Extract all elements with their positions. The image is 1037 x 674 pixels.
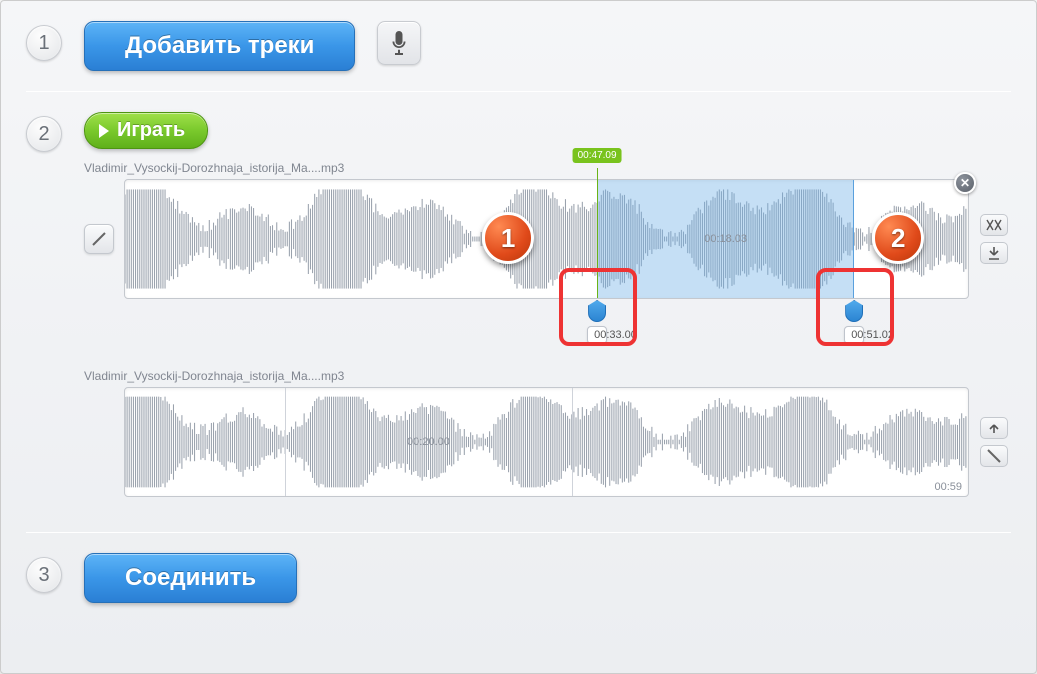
play-icon [99, 124, 109, 138]
track-1: Vladimir_Vysockij-Dorozhnaja_istorija_Ma… [84, 161, 1011, 299]
playhead[interactable]: 00:47.09 [597, 168, 598, 298]
step-badge-1: 1 [26, 25, 62, 61]
waveform-2[interactable]: 00:20.00 00:59 [124, 387, 969, 497]
track-2-filename: Vladimir_Vysockij-Dorozhnaja_istorija_Ma… [84, 369, 1011, 383]
move-down-button[interactable] [980, 242, 1008, 264]
playhead-time-label: 00:47.09 [573, 148, 622, 163]
step-badge-2: 2 [26, 116, 62, 152]
segment-divider [572, 388, 573, 496]
track-1-filename: Vladimir_Vysockij-Dorozhnaja_istorija_Ma… [84, 161, 1011, 175]
section-join: 3 Соединить [26, 553, 1011, 603]
marker-end-time: 00:51.02 [844, 326, 864, 344]
divider [26, 91, 1011, 92]
move-up-button[interactable] [980, 417, 1008, 439]
arrow-up-icon [988, 422, 1000, 434]
marker-handle-icon [588, 300, 606, 322]
play-button-label: Играть [117, 119, 185, 142]
fade-in-button[interactable] [84, 224, 114, 254]
fade-in-icon [91, 231, 107, 247]
waveform-canvas [125, 388, 968, 496]
section-add-tracks: 1 Добавить треки [26, 21, 1011, 71]
segment-divider [285, 388, 286, 496]
total-duration-label: 00:59 [934, 481, 962, 493]
arrow-down-icon [988, 246, 1000, 260]
selection-duration-label: 00:18.03 [704, 233, 747, 245]
waveform-1[interactable]: ✕ 00:18.03 00:47.09 [124, 179, 969, 299]
marker-start-time: 00:33.00 [587, 326, 607, 344]
track-2: Vladimir_Vysockij-Dorozhnaja_istorija_Ma… [84, 369, 1011, 497]
record-mic-button[interactable] [377, 21, 421, 65]
marker-end[interactable]: 00:51.02 [844, 298, 864, 344]
selection-range[interactable]: 00:18.03 [597, 180, 854, 298]
join-button[interactable]: Соединить [84, 553, 297, 603]
fade-out-button[interactable] [980, 445, 1008, 467]
divider [26, 532, 1011, 533]
play-button[interactable]: Играть [84, 112, 208, 149]
section-play-edit: 2 Играть Vladimir_Vysockij-Dorozhnaja_is… [26, 112, 1011, 497]
marker-handle-icon [845, 300, 863, 322]
crossfade-icon [986, 219, 1002, 231]
step-badge-3: 3 [26, 557, 62, 593]
add-tracks-button[interactable]: Добавить треки [84, 21, 355, 71]
microphone-icon [389, 31, 409, 55]
marker-start[interactable]: 00:33.00 [587, 298, 607, 344]
crossfade-button[interactable] [980, 214, 1008, 236]
fade-out-icon [986, 448, 1002, 464]
